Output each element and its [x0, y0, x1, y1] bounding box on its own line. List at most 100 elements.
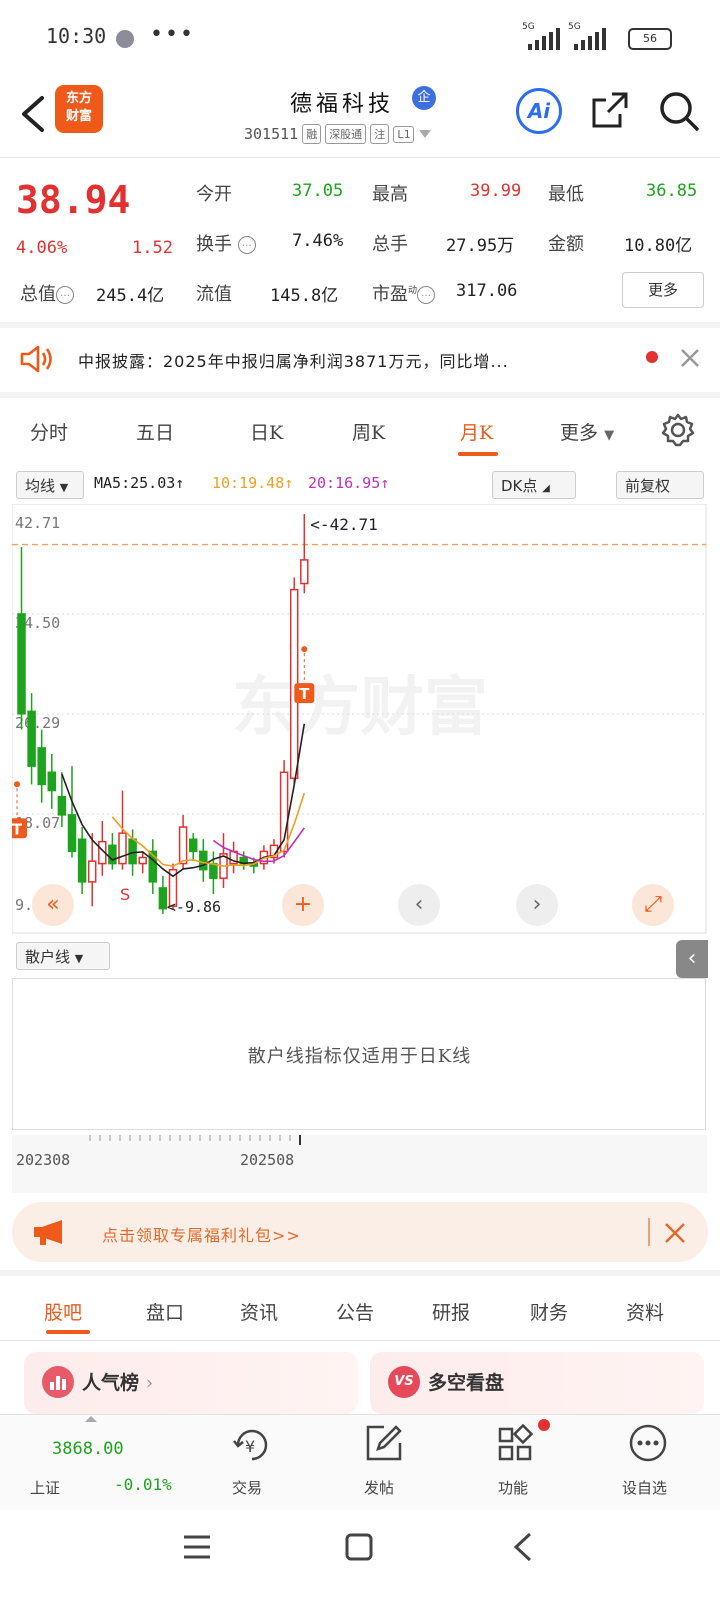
speaker-icon: [20, 345, 52, 373]
menu-icon[interactable]: [182, 1534, 212, 1560]
announcement-bar[interactable]: 中报披露：2025年中报归属净利润3871万元，同比增...: [0, 326, 720, 392]
t-marker-left-label: T: [12, 820, 23, 838]
tab-intraday[interactable]: 分时: [30, 418, 68, 445]
pe-label: 市盈动…: [372, 280, 436, 306]
amount-label: 金额: [548, 234, 584, 255]
functions-label[interactable]: 功能: [498, 1477, 528, 1498]
unread-dot: [646, 351, 658, 363]
dk-point-select[interactable]: DK点 ◢: [492, 471, 576, 499]
functions-grid-icon[interactable]: [496, 1423, 536, 1463]
tab-profile[interactable]: 资料: [626, 1298, 664, 1325]
prev-button[interactable]: ‹: [398, 884, 440, 926]
vs-icon: VS: [388, 1366, 420, 1398]
app-logo[interactable]: 东方 财富: [55, 85, 103, 133]
megaphone-icon: [34, 1220, 62, 1245]
candle-body: [128, 838, 137, 865]
more-options-icon[interactable]: [628, 1423, 668, 1463]
kline-tabs: 分时 五日 日K 周K 月K 更多 ▼: [0, 400, 720, 460]
long-short-card[interactable]: VS 多空看盘: [370, 1352, 704, 1414]
more-quote-button[interactable]: 更多: [622, 272, 704, 308]
bottom-toolbar: 3868.00 上证 -0.01% ¥ 交易 发帖 功能 设自选: [0, 1414, 720, 1511]
tab-pankou[interactable]: 盘口: [146, 1298, 184, 1325]
index-change[interactable]: -0.01%: [114, 1475, 172, 1494]
home-square-icon[interactable]: [344, 1532, 374, 1562]
post-label[interactable]: 发帖: [364, 1477, 394, 1498]
promo-banner[interactable]: 点击领取专属福利礼包>>: [12, 1202, 708, 1262]
candle-body: [209, 862, 218, 879]
ma5-value: MA5:25.03↑: [94, 474, 185, 492]
candle-body: [199, 850, 208, 871]
back-nav-icon[interactable]: [510, 1532, 534, 1562]
post-edit-icon[interactable]: [364, 1423, 404, 1463]
sub-chart-message: 散户线指标仅适用于日K线: [247, 1046, 472, 1067]
tab-more[interactable]: 更多 ▼: [560, 418, 614, 445]
system-navigation: [0, 1510, 720, 1600]
caret-corner-icon: ◢: [542, 483, 550, 494]
close-icon[interactable]: [664, 1222, 686, 1244]
change-amount: 1.52: [132, 238, 173, 258]
divider: [0, 157, 720, 158]
tab-news[interactable]: 资讯: [240, 1298, 278, 1325]
stock-code: 301511: [244, 125, 299, 143]
rewind-button[interactable]: «: [32, 884, 74, 926]
turnover-label: 换手 …: [196, 230, 256, 256]
gear-icon[interactable]: [660, 412, 696, 448]
pe-value: 317.06: [456, 281, 518, 301]
tab-announcements[interactable]: 公告: [336, 1298, 374, 1325]
tab-monthly-k[interactable]: 月K: [460, 418, 493, 445]
trade-label[interactable]: 交易: [232, 1477, 262, 1498]
caret-down-icon: ▼: [59, 481, 69, 494]
candle-body: [77, 838, 87, 883]
watchlist-label[interactable]: 设自选: [622, 1477, 667, 1498]
search-icon[interactable]: [658, 90, 700, 132]
caret-down-icon: ▼: [74, 952, 84, 965]
tab-guba[interactable]: 股吧: [44, 1298, 82, 1325]
fullscreen-button[interactable]: ⤢: [632, 884, 674, 926]
index-name[interactable]: 上证: [30, 1477, 60, 1498]
status-time: 10:30: [46, 24, 107, 48]
chevron-down-icon[interactable]: [418, 129, 432, 139]
candle-body: [178, 826, 188, 865]
chart-bars-icon: [42, 1366, 74, 1398]
side-panel-toggle[interactable]: ‹: [676, 940, 708, 978]
close-icon[interactable]: [680, 348, 700, 368]
info-icon[interactable]: …: [237, 236, 256, 254]
section-gap: [0, 1270, 720, 1276]
low-value: 36.85: [646, 181, 698, 201]
expand-up-icon[interactable]: [84, 1415, 98, 1423]
change-percent: 4.06%: [16, 238, 68, 258]
mktcap-value: 245.4亿: [96, 286, 165, 306]
float-value: 145.8亿: [270, 286, 339, 306]
tab-daily-k[interactable]: 日K: [250, 418, 283, 445]
ai-assistant-button[interactable]: Ai: [516, 88, 562, 134]
tag-level: L1: [393, 125, 415, 143]
candle-body: [37, 747, 46, 786]
watermark: 东方财富: [232, 671, 488, 745]
tab-research[interactable]: 研报: [432, 1298, 470, 1325]
adjust-select[interactable]: 前复权: [616, 471, 704, 499]
next-button[interactable]: ›: [516, 884, 558, 926]
low-label: 最低: [548, 184, 584, 205]
info-icon[interactable]: …: [56, 286, 74, 304]
tab-finance[interactable]: 财务: [530, 1298, 568, 1325]
active-tab-indicator: [46, 1330, 90, 1334]
min-price-label: <-9.86: [167, 898, 221, 916]
candle-body: [118, 832, 127, 865]
ma10-value: 10:19.48↑: [212, 474, 294, 492]
candle-body: [47, 771, 57, 792]
candle-body: [27, 710, 36, 767]
kline-chart[interactable]: 东方财富42.7134.5026.2918.079.86<-42.71<-9.8…: [12, 504, 707, 934]
sub-indicator-select[interactable]: 散户线 ▼: [16, 942, 110, 970]
tab-five-day[interactable]: 五日: [136, 418, 174, 445]
index-value[interactable]: 3868.00: [52, 1439, 124, 1459]
info-icon[interactable]: …: [417, 286, 436, 304]
back-arrow-icon[interactable]: [18, 94, 48, 134]
trade-icon[interactable]: ¥: [230, 1425, 274, 1465]
indicator-select[interactable]: 均线 ▼: [16, 471, 84, 499]
zoom-in-button[interactable]: +: [282, 884, 324, 926]
volume-value: 27.95万: [446, 236, 515, 256]
share-icon[interactable]: [590, 90, 630, 130]
popularity-card[interactable]: 人气榜 ›: [24, 1352, 358, 1414]
tab-weekly-k[interactable]: 周K: [352, 418, 385, 445]
float-label: 流值: [196, 284, 232, 305]
